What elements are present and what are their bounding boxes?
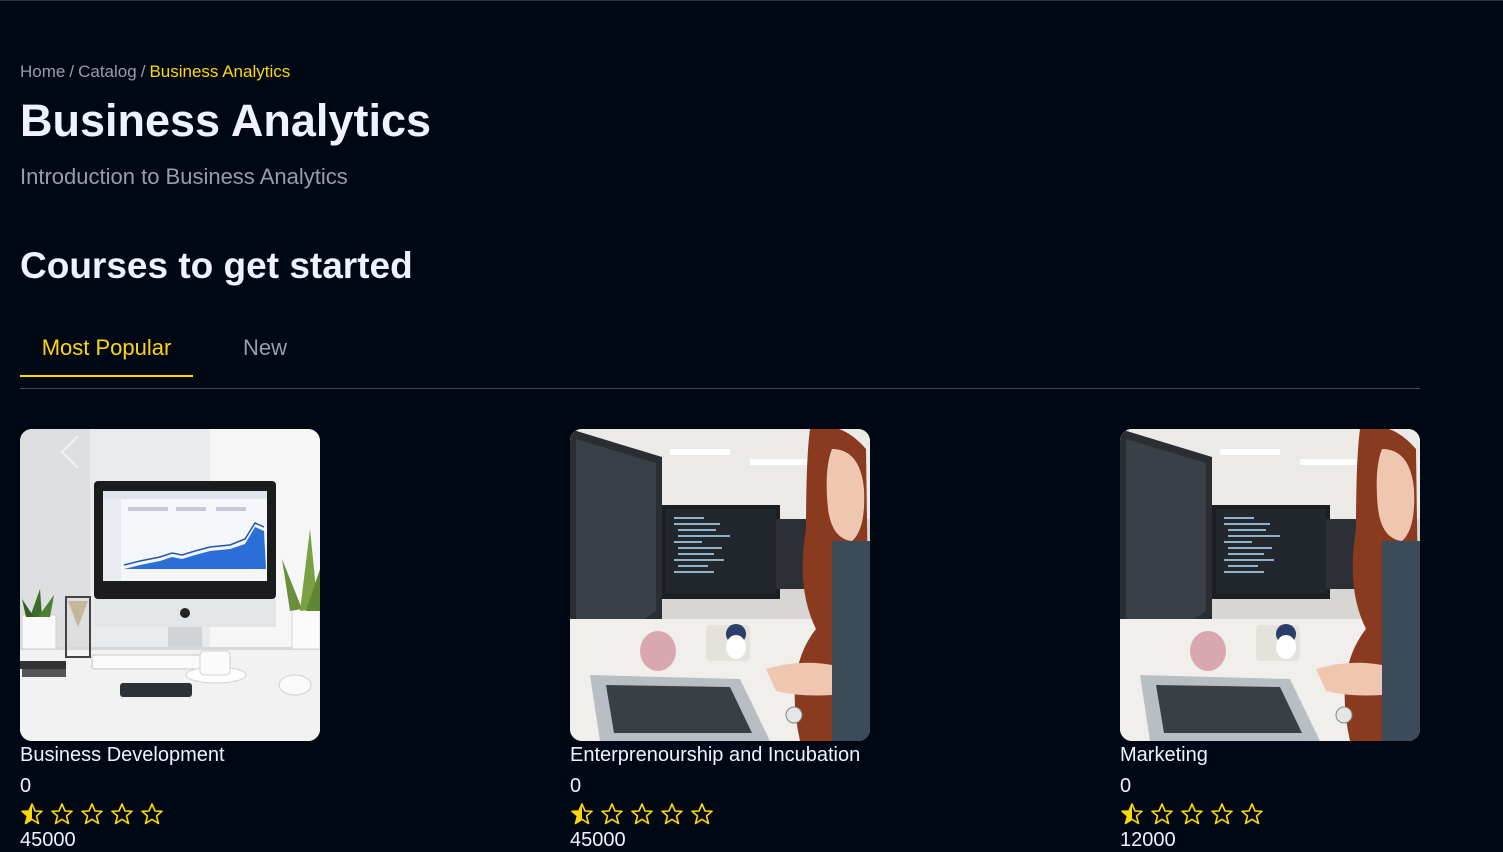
course-name[interactable]: Business Development [20, 744, 225, 767]
star-icon [601, 803, 623, 825]
half-star-icon [21, 803, 43, 825]
star-icon [141, 803, 163, 825]
course-name[interactable]: Enterprenourship and Incubation [570, 744, 860, 767]
breadcrumb-separator: / [69, 62, 75, 81]
course-rating: 0 [1120, 775, 1132, 797]
star-icon [1241, 803, 1263, 825]
star-icon [661, 803, 683, 825]
course-tabs: Most Popular New [20, 318, 1420, 389]
page-title: Business Analytics [20, 95, 431, 146]
star-icon [51, 803, 73, 825]
rating-stars [570, 802, 714, 826]
breadcrumb-separator: / [140, 62, 146, 81]
star-icon [1211, 803, 1233, 825]
star-icon [111, 803, 133, 825]
tab-new[interactable]: New [210, 318, 320, 377]
course-card[interactable]: Marketing 0 12000 [1120, 429, 1420, 851]
half-star-icon [571, 803, 593, 825]
breadcrumb: Home / Catalog / Business Analytics [20, 62, 290, 82]
star-icon [1151, 803, 1173, 825]
woman-at-computer-office-photo [1120, 429, 1420, 741]
course-thumbnail[interactable] [1120, 429, 1420, 741]
course-rating: 0 [570, 775, 582, 797]
rating-stars [1120, 802, 1264, 826]
star-icon [81, 803, 103, 825]
page-description: Introduction to Business Analytics [20, 164, 348, 189]
section-title: Courses to get started [20, 245, 413, 286]
top-border [0, 0, 1503, 1]
chevron-left-icon[interactable] [56, 432, 84, 472]
woman-at-computer-office-photo [570, 429, 870, 741]
course-card[interactable]: Business Development 0 45000 [20, 429, 320, 851]
star-icon [1181, 803, 1203, 825]
breadcrumb-catalog[interactable]: Catalog [78, 62, 137, 81]
course-price: 12000 [1120, 829, 1176, 851]
course-rating: 0 [20, 775, 32, 797]
course-price: 45000 [570, 829, 626, 851]
rating-stars [20, 802, 164, 826]
half-star-icon [1121, 803, 1143, 825]
breadcrumb-home[interactable]: Home [20, 62, 65, 81]
tab-most-popular[interactable]: Most Popular [20, 318, 193, 377]
imac-analytics-desk-photo [20, 429, 320, 741]
course-thumbnail[interactable] [20, 429, 320, 741]
course-price: 45000 [20, 829, 76, 851]
star-icon [691, 803, 713, 825]
course-card[interactable]: Enterprenourship and Incubation 0 45000 [570, 429, 870, 851]
course-name[interactable]: Marketing [1120, 744, 1208, 767]
breadcrumb-current: Business Analytics [149, 62, 291, 81]
course-thumbnail[interactable] [570, 429, 870, 741]
star-icon [631, 803, 653, 825]
